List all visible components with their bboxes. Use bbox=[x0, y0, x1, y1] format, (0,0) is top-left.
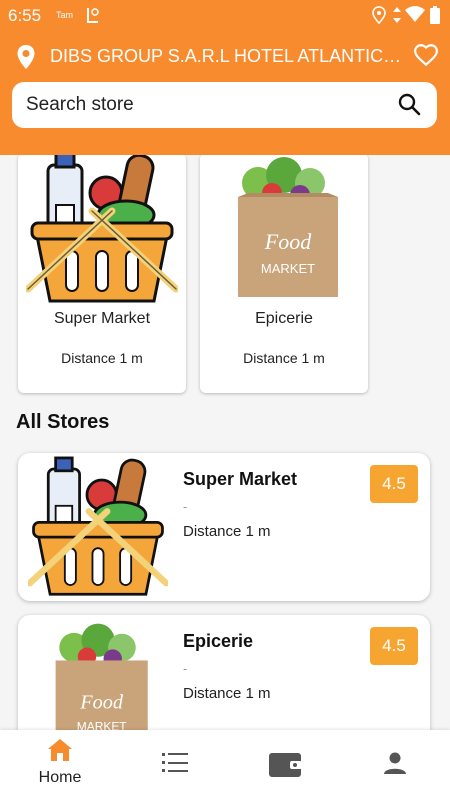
grocery-basket-illustration bbox=[26, 453, 170, 601]
category-name: Epicerie bbox=[255, 310, 313, 327]
location-service-icon bbox=[84, 6, 102, 27]
data-arrows-icon bbox=[392, 6, 402, 27]
search-bar[interactable]: Search store bbox=[12, 82, 437, 128]
status-bar: 6:55 Tam bbox=[0, 0, 450, 32]
store-card-epicerie[interactable]: Food MARKET Epicerie - Distance 1 m 4.5 bbox=[18, 615, 430, 730]
delivery-location[interactable]: DIBS GROUP S.A.R.L HOTEL ATLANTIC N°181.… bbox=[14, 42, 439, 72]
rating-badge: 4.5 bbox=[370, 627, 418, 665]
category-card-super-market[interactable]: Super Market Distance 1 m bbox=[18, 155, 186, 393]
svg-text:Food: Food bbox=[264, 229, 312, 254]
store-category: - bbox=[183, 499, 188, 514]
store-distance: Distance 1 m bbox=[183, 523, 271, 540]
store-name: Super Market bbox=[183, 469, 298, 489]
favorites-heart-icon[interactable] bbox=[413, 42, 439, 73]
nav-profile[interactable] bbox=[350, 752, 440, 779]
location-pin-icon bbox=[16, 44, 36, 75]
nav-home[interactable]: Home bbox=[15, 738, 105, 787]
top-bar: 6:55 Tam DIBS GROUP S.A.R.L HOTEL ATLANT… bbox=[0, 0, 450, 155]
search-input[interactable]: Search store bbox=[26, 94, 134, 116]
store-card-super-market[interactable]: Super Market - Distance 1 m 4.5 bbox=[18, 453, 430, 601]
tamtam-icon: Tam bbox=[56, 10, 74, 20]
location-icon bbox=[372, 6, 386, 27]
search-icon[interactable] bbox=[397, 92, 421, 121]
store-list-scroll[interactable]: Super Market Distance 1 m Food MARKET Ep… bbox=[0, 155, 450, 730]
wifi-icon bbox=[405, 6, 425, 25]
svg-text:Food: Food bbox=[79, 691, 124, 713]
store-name: Epicerie bbox=[183, 631, 254, 651]
nav-home-label: Home bbox=[38, 769, 82, 786]
profile-icon bbox=[384, 752, 406, 778]
delivery-address: DIBS GROUP S.A.R.L HOTEL ATLANTIC N°181.… bbox=[50, 46, 405, 66]
nav-list[interactable] bbox=[130, 752, 220, 779]
category-name: Super Market bbox=[53, 310, 151, 327]
status-time: 6:55 bbox=[8, 6, 42, 25]
food-market-bag-illustration: Food MARKET bbox=[28, 615, 168, 730]
bottom-navigation: Home bbox=[0, 730, 450, 800]
store-distance: Distance 1 m bbox=[183, 685, 271, 702]
grocery-basket-illustration bbox=[24, 155, 180, 303]
nav-wallet[interactable] bbox=[240, 750, 330, 783]
category-distance: Distance 1 m bbox=[61, 350, 143, 366]
store-category: - bbox=[183, 661, 188, 676]
home-icon bbox=[47, 739, 73, 766]
category-distance: Distance 1 m bbox=[243, 350, 325, 366]
battery-icon bbox=[430, 6, 440, 27]
list-icon bbox=[162, 753, 188, 778]
all-stores-heading: All Stores bbox=[16, 411, 110, 433]
food-market-bag-illustration: Food MARKET bbox=[208, 155, 360, 303]
svg-text:MARKET: MARKET bbox=[261, 261, 315, 276]
category-card-epicerie[interactable]: Food MARKET Epicerie Distance 1 m bbox=[200, 155, 368, 393]
wallet-icon bbox=[268, 753, 302, 782]
rating-badge: 4.5 bbox=[370, 465, 418, 503]
svg-text:MARKET: MARKET bbox=[77, 719, 128, 730]
